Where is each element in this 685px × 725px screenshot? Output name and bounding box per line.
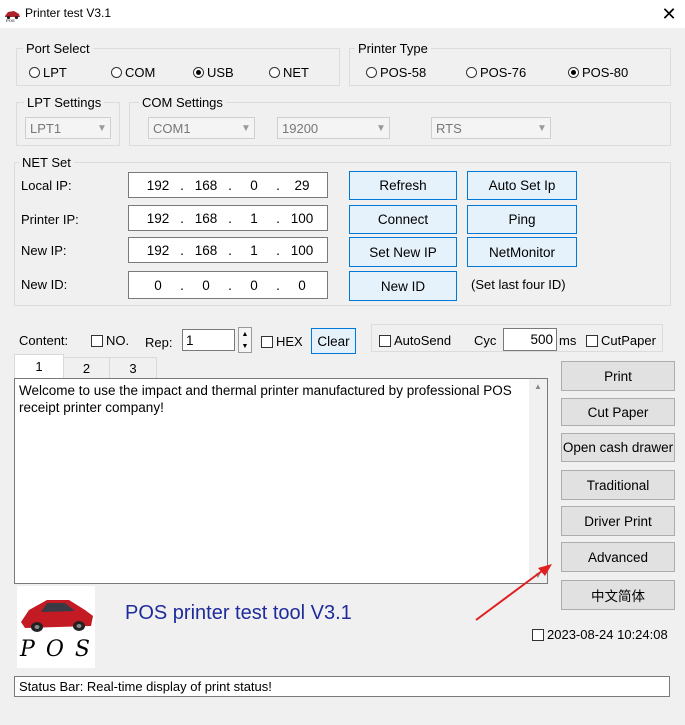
autosend-checkbox-box[interactable] [379, 334, 391, 347]
local-ip-input[interactable]: 192. 168. 0. 29 [128, 172, 328, 198]
content-textarea[interactable]: Welcome to use the impact and thermal pr… [14, 378, 548, 584]
cyc-label: Cyc [474, 333, 497, 348]
driver-print-button[interactable]: Driver Print [561, 506, 675, 536]
cut-paper-button[interactable]: Cut Paper [561, 398, 675, 426]
radio-pos58[interactable]: POS-58 [366, 65, 426, 80]
local-ip-label: Local IP: [21, 178, 72, 193]
baud-rate-select[interactable]: 19200 ▼ [277, 117, 390, 139]
datetime-text: 2023-08-24 10:24:08 [547, 627, 668, 642]
net-monitor-button[interactable]: NetMonitor [467, 237, 577, 267]
radio-pos80[interactable]: POS-80 [568, 65, 628, 80]
pos-logo: P O S [17, 586, 95, 668]
chevron-down-icon: ▼ [241, 122, 251, 134]
set-last-four-note: (Set last four ID) [471, 277, 566, 292]
rep-spinner[interactable]: ▲ ▼ [238, 327, 252, 353]
scroll-up-icon[interactable]: ▲ [529, 382, 547, 391]
radio-com-circle[interactable] [111, 67, 122, 78]
rep-label: Rep: [145, 335, 173, 350]
advanced-button[interactable]: Advanced [561, 542, 675, 572]
open-cash-drawer-button[interactable]: Open cash drawer [561, 433, 675, 462]
radio-net[interactable]: NET [269, 65, 309, 80]
printer-type-label: Printer Type [355, 41, 431, 56]
status-bar: Status Bar: Real-time display of print s… [14, 676, 670, 697]
com-port-select[interactable]: COM1 ▼ [148, 117, 255, 139]
textarea-scrollbar[interactable]: ▲ ▼ [529, 379, 547, 583]
radio-lpt[interactable]: LPT [29, 65, 67, 80]
chinese-language-button[interactable]: 中文简体 [561, 580, 675, 610]
chevron-up-icon[interactable]: ▲ [242, 331, 249, 338]
radio-net-circle[interactable] [269, 67, 280, 78]
hex-checkbox-box[interactable] [261, 335, 273, 348]
cutpaper-checkbox[interactable]: CutPaper [586, 333, 656, 348]
new-ip-input[interactable]: 192. 168. 1. 100 [128, 237, 328, 263]
com-settings-label: COM Settings [139, 95, 226, 110]
auto-set-ip-button[interactable]: Auto Set Ip [467, 171, 577, 200]
annotation-arrow-icon [475, 564, 552, 621]
print-button[interactable]: Print [561, 361, 675, 391]
cutpaper-checkbox-box[interactable] [586, 334, 598, 347]
radio-pos58-circle[interactable] [366, 67, 377, 78]
traditional-button[interactable]: Traditional [561, 470, 675, 500]
cyc-input[interactable]: 500 [503, 328, 557, 351]
clear-button[interactable]: Clear [311, 328, 356, 354]
net-set-label: NET Set [19, 155, 74, 170]
lpt-port-select[interactable]: LPT1 ▼ [25, 117, 111, 139]
new-id-label: New ID: [21, 277, 68, 292]
red-car-icon [21, 600, 93, 632]
app-heading: POS printer test tool V3.1 [125, 602, 352, 624]
autosend-checkbox[interactable]: AutoSend [379, 333, 451, 348]
tab-1[interactable]: 1 [14, 354, 64, 378]
radio-com[interactable]: COM [111, 65, 155, 80]
radio-pos80-circle[interactable] [568, 67, 579, 78]
no-checkbox[interactable]: NO. [91, 333, 129, 348]
port-select-label: Port Select [23, 41, 93, 56]
lpt-settings-label: LPT Settings [24, 95, 105, 110]
chevron-down-icon: ▼ [537, 122, 547, 134]
datetime-checkbox[interactable]: 2023-08-24 10:24:08 [532, 627, 668, 642]
logo-pos-text: P O S [20, 637, 92, 662]
new-id-button[interactable]: New ID [349, 271, 457, 301]
close-icon[interactable]: ✕ [655, 2, 683, 26]
printer-ip-label: Printer IP: [21, 212, 79, 227]
set-new-ip-button[interactable]: Set New IP [349, 237, 457, 267]
new-ip-label: New IP: [21, 243, 67, 258]
printer-ip-input[interactable]: 192. 168. 1. 100 [128, 205, 328, 231]
radio-usb-circle[interactable] [193, 67, 204, 78]
ping-button[interactable]: Ping [467, 205, 577, 234]
app-car-icon: POS [5, 11, 20, 22]
content-label: Content: [19, 333, 69, 348]
radio-pos76-circle[interactable] [466, 67, 477, 78]
chevron-down-icon[interactable]: ▼ [242, 343, 249, 350]
rep-input[interactable]: 1 [182, 329, 235, 351]
radio-lpt-circle[interactable] [29, 67, 40, 78]
connect-button[interactable]: Connect [349, 205, 457, 234]
radio-pos76[interactable]: POS-76 [466, 65, 526, 80]
hex-checkbox[interactable]: HEX [261, 334, 303, 349]
tab-2[interactable]: 2 [64, 357, 110, 378]
radio-usb[interactable]: USB [193, 65, 234, 80]
chevron-down-icon: ▼ [97, 122, 107, 134]
new-id-input[interactable]: 0. 0. 0. 0 [128, 271, 328, 299]
tab-3[interactable]: 3 [110, 357, 157, 378]
datetime-checkbox-box[interactable] [532, 628, 544, 641]
svg-text:POS: POS [6, 18, 15, 22]
refresh-button[interactable]: Refresh [349, 171, 457, 200]
chevron-down-icon: ▼ [376, 122, 386, 134]
flow-control-select[interactable]: RTS ▼ [431, 117, 551, 139]
window-title: Printer test V3.1 [25, 6, 112, 20]
no-checkbox-box[interactable] [91, 334, 103, 347]
ms-label: ms [559, 333, 577, 348]
